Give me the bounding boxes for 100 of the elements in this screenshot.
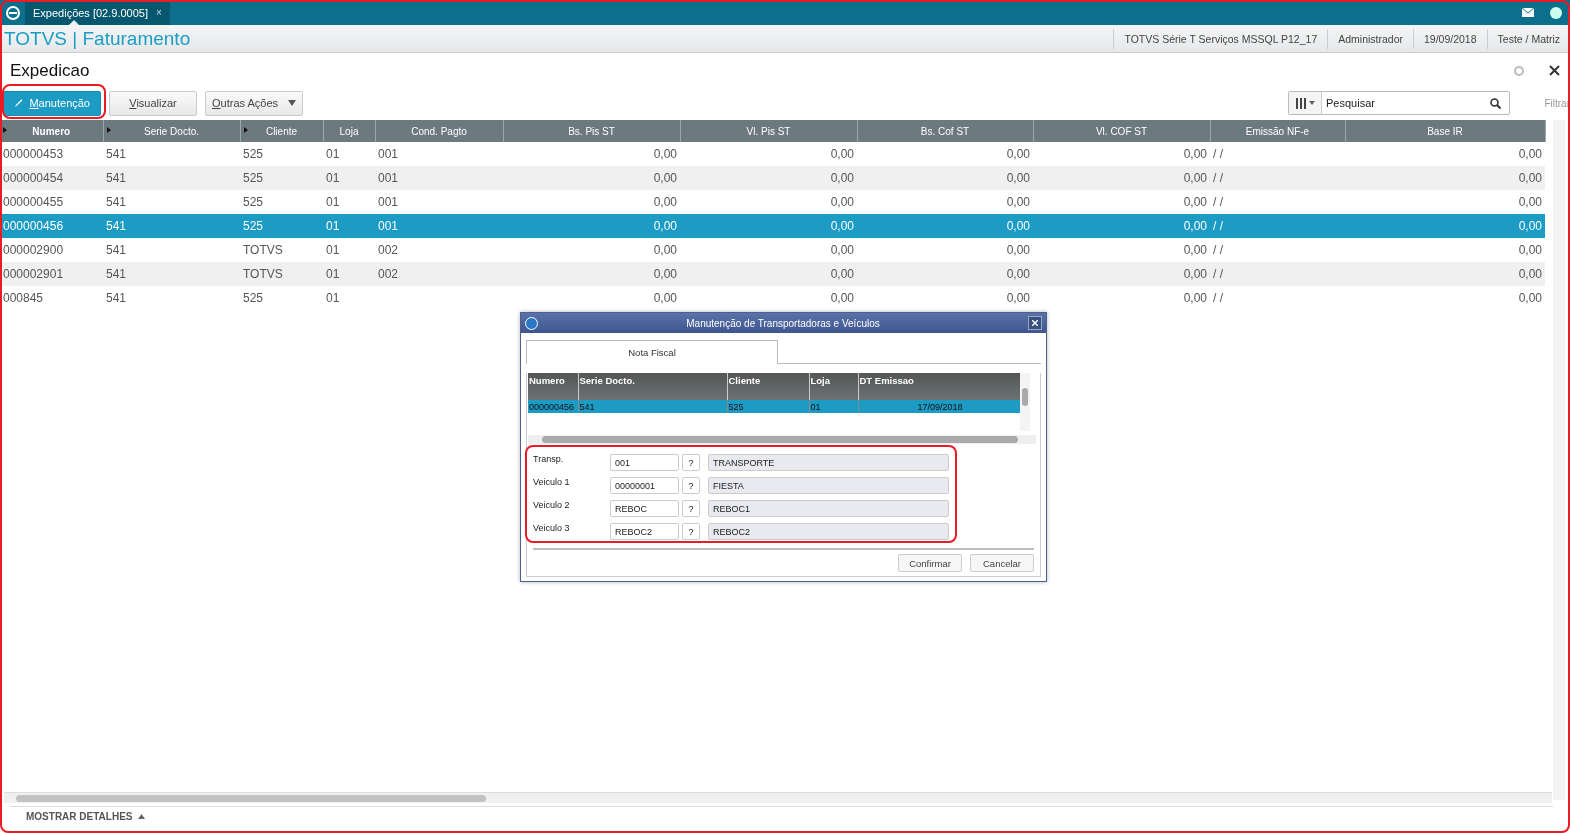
table-cell: 0,00: [1518, 243, 1542, 257]
column-header[interactable]: Loja: [323, 120, 375, 142]
column-header[interactable]: Emissão NF-e: [1210, 120, 1345, 142]
column-header[interactable]: Base IR: [1345, 120, 1545, 142]
table-cell: 525: [243, 171, 264, 185]
description-field: TRANSPORTE: [708, 454, 949, 471]
table-cell: 001: [378, 171, 399, 185]
table-cell: 000002900: [3, 243, 64, 257]
table-cell: 0,00: [1183, 291, 1207, 305]
table-cell: 0,00: [830, 267, 854, 281]
table-cell: 01: [326, 267, 340, 281]
table-cell: 0,00: [830, 219, 854, 233]
table-cell: 541: [106, 219, 127, 233]
table-cell: 001: [378, 195, 399, 209]
module-tab[interactable]: Expedições [02.9.0005] ×: [25, 0, 170, 25]
code-field[interactable]: 00000001: [610, 477, 679, 494]
table-cell: 0,00: [1518, 195, 1542, 209]
table-cell: / /: [1213, 291, 1223, 305]
column-header[interactable]: Serie Docto.: [103, 120, 240, 142]
code-field[interactable]: 001: [610, 454, 679, 471]
lookup-button[interactable]: ?: [682, 523, 700, 540]
table-cell: 002: [378, 243, 399, 257]
table-cell: 17/09/2018: [858, 400, 1022, 413]
search-bar[interactable]: Pesquisar: [1288, 91, 1510, 115]
column-header[interactable]: Cliente: [240, 120, 323, 142]
column-header[interactable]: Vl. COF ST: [1033, 120, 1210, 142]
table-cell: 0,00: [1183, 243, 1207, 257]
table-cell: 000000454: [3, 171, 64, 185]
column-header[interactable]: Cliente: [727, 373, 809, 400]
horizontal-scrollbar[interactable]: [528, 435, 1036, 444]
column-header[interactable]: Bs. Cof ST: [857, 120, 1033, 142]
table-cell: 001: [378, 219, 399, 233]
table-cell: 0,00: [653, 243, 677, 257]
table-cell: 525: [243, 219, 264, 233]
caret-icon[interactable]: [1308, 101, 1315, 105]
logo-icon[interactable]: [5, 5, 20, 20]
arrow-icon: [243, 127, 248, 133]
column-header[interactable]: DT Emissao: [858, 373, 1022, 400]
lookup-button[interactable]: ?: [682, 454, 700, 471]
table-cell: 525: [243, 147, 264, 161]
columns-icon[interactable]: [1295, 97, 1306, 109]
close-tab-button[interactable]: ×: [156, 7, 162, 18]
table-cell: 0,00: [1518, 147, 1542, 161]
lookup-button[interactable]: ?: [682, 500, 700, 517]
action-button[interactable]: Outras Ações: [205, 90, 303, 116]
close-button[interactable]: [1028, 316, 1042, 330]
column-header[interactable]: Serie Docto.: [578, 373, 727, 400]
code-field[interactable]: REBOC2: [610, 523, 679, 540]
dialog-button[interactable]: Confirmar: [898, 554, 962, 572]
table-cell: / /: [1213, 243, 1223, 257]
header-info: Administrador: [1327, 28, 1413, 49]
search-field[interactable]: Pesquisar: [1322, 97, 1482, 109]
table-cell: 0,00: [1183, 267, 1207, 281]
search-icon[interactable]: [1490, 97, 1501, 109]
table-cell: 0,00: [1518, 267, 1542, 281]
arrow-icon: [3, 127, 7, 133]
caret-icon: [138, 814, 146, 819]
table-cell: 01: [326, 243, 340, 257]
table-cell: 0,00: [830, 195, 854, 209]
column-header[interactable]: Bs. Pis ST: [503, 120, 680, 142]
dialog-button[interactable]: Cancelar: [970, 554, 1034, 572]
description-field: FIESTA: [708, 477, 949, 494]
table-cell: / /: [1213, 219, 1223, 233]
column-header[interactable]: Loja: [809, 373, 858, 400]
table-cell: 000002901: [3, 267, 64, 281]
table-cell: 000000456: [528, 400, 578, 413]
table-cell: 0,00: [653, 195, 677, 209]
action-button[interactable]: Visualizar: [109, 90, 197, 116]
table-cell: 0,00: [1006, 243, 1030, 257]
table-cell: TOTVS: [243, 267, 283, 281]
table-cell: 0,00: [1006, 195, 1030, 209]
table-cell: 0,00: [1518, 291, 1542, 305]
table-cell: 525: [243, 291, 264, 305]
table-cell: / /: [1213, 171, 1223, 185]
dialog-title: Manutenção de Transportadoras e Veículos: [685, 317, 881, 329]
table-cell: 0,00: [1006, 291, 1030, 305]
table-cell: 01: [809, 400, 858, 413]
table-cell: 000000453: [3, 147, 64, 161]
horizontal-scrollbar[interactable]: [4, 792, 1552, 803]
column-header[interactable]: Cond. Pagto: [375, 120, 503, 142]
close-icon[interactable]: [1549, 65, 1560, 76]
table-cell: 01: [326, 219, 340, 233]
field-label: Veiculo 1: [533, 477, 571, 487]
table-cell: TOTVS: [243, 243, 283, 257]
table-cell: 541: [106, 171, 127, 185]
column-header[interactable]: Numero: [528, 373, 578, 400]
mail-icon[interactable]: [1522, 8, 1534, 17]
table-cell: 0,00: [1006, 219, 1030, 233]
app-icon: [525, 316, 538, 330]
field-label: Transp.: [533, 454, 565, 464]
table-cell: / /: [1213, 147, 1223, 161]
table-cell: 525: [243, 195, 264, 209]
column-header[interactable]: Numero: [0, 120, 103, 142]
code-field[interactable]: REBOC: [610, 500, 679, 517]
dialog-tab[interactable]: Nota Fiscal: [526, 340, 778, 364]
table-cell: / /: [1213, 267, 1223, 281]
column-header[interactable]: Vl. Pis ST: [680, 120, 857, 142]
table-cell: 0,00: [1518, 171, 1542, 185]
details-toggle[interactable]: MOSTRAR DETALHES: [10, 806, 1553, 826]
lookup-button[interactable]: ?: [682, 477, 700, 494]
